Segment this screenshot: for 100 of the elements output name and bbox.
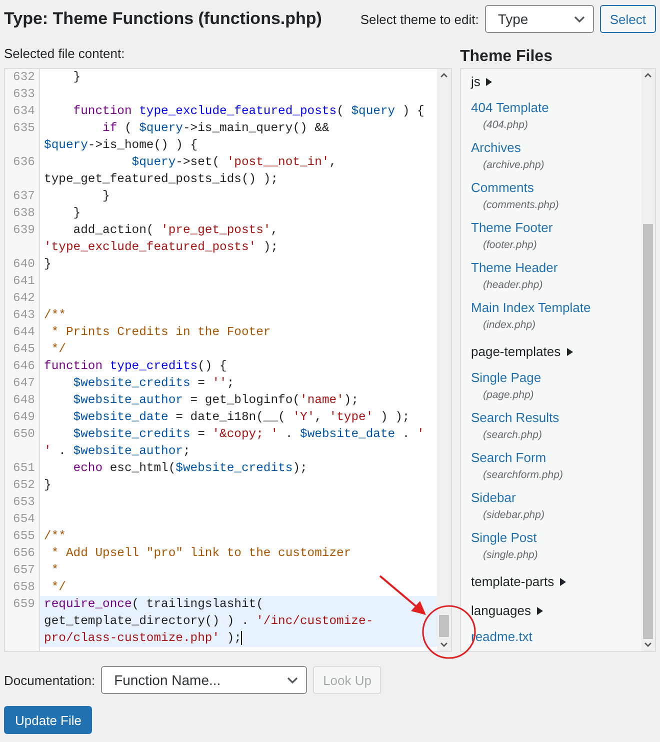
page-title: Type: Theme Functions (functions.php) — [4, 9, 322, 29]
line-number: 637 — [12, 188, 36, 205]
file-name: (header.php) — [482, 278, 543, 293]
line-number: 634 — [12, 103, 36, 120]
code-line: } — [43, 477, 52, 494]
code-line: function type_credits() { — [43, 358, 228, 375]
file-name: (404.php) — [482, 118, 528, 133]
annotation-arrow — [379, 575, 426, 615]
theme-files-heading: Theme Files — [460, 47, 554, 67]
folder-name[interactable]: js — [471, 74, 480, 89]
line-number: 652 — [12, 477, 36, 494]
scroll-down-icon[interactable] — [644, 642, 652, 647]
line-number: 658 — [12, 579, 36, 596]
file-name: (searchform.php) — [482, 468, 563, 483]
file-name: (archive.php) — [482, 158, 544, 173]
scrollbar-thumb[interactable] — [439, 615, 449, 637]
line-number: 650 — [12, 426, 36, 443]
code-line: require_once( trailingslashit( — [43, 596, 264, 613]
code-line: /** — [43, 307, 67, 324]
code-line: if ( $query->is_main_query() && — [102, 120, 330, 137]
template-link[interactable]: Comments — [471, 178, 534, 197]
template-link[interactable]: Single Page — [471, 368, 542, 387]
code-line: echo esc_html($website_credits); — [72, 460, 308, 477]
scroll-down-icon[interactable] — [440, 642, 448, 647]
template-link[interactable]: Search Results — [471, 408, 560, 427]
line-number: 644 — [12, 324, 36, 341]
code-line: } — [72, 69, 82, 86]
line-number: 641 — [12, 273, 36, 290]
template-link[interactable]: Single Post — [471, 528, 537, 547]
file-name: (footer.php) — [482, 238, 537, 253]
code-line: get_template_directory() ) . '/inc/customize- — [43, 613, 374, 630]
template-link[interactable]: Search Form — [471, 448, 546, 467]
editor-scrollbar[interactable] — [437, 69, 451, 651]
code-line: $website_author = get_bloginfo('name'); — [72, 392, 360, 409]
chevron-down-icon — [287, 676, 298, 684]
file-name: (comments.php) — [482, 198, 559, 213]
code-line: * Prints Credits in the Footer — [50, 324, 272, 341]
line-number: 647 — [12, 375, 36, 392]
file-name: (search.php) — [482, 428, 542, 443]
line-number: 657 — [12, 562, 36, 579]
line-number: 636 — [12, 154, 36, 171]
file-name: (single.php) — [482, 548, 538, 563]
line-number: 638 — [12, 205, 36, 222]
line-number: 645 — [12, 341, 36, 358]
code-editor[interactable] — [4, 68, 452, 652]
code-line: $website_credits = '&copy; ' . $website_date . ' — [72, 426, 426, 443]
code-line: */ — [50, 341, 67, 358]
code-line: /** — [43, 528, 67, 545]
file-name: (page.php) — [482, 388, 534, 403]
folder-name[interactable]: languages — [471, 603, 531, 618]
line-number: 659 — [12, 596, 36, 613]
chevron-down-icon — [574, 16, 585, 22]
collapsed-triangle-icon[interactable] — [560, 578, 566, 586]
scrollbar-thumb[interactable] — [643, 224, 653, 639]
select-button[interactable]: Select — [600, 5, 656, 33]
file-name: (sidebar.php) — [482, 508, 544, 523]
theme-select[interactable]: Type — [484, 5, 594, 33]
code-line: ' . $website_author; — [43, 443, 192, 460]
code-line: pro/class-customize.php' ); — [43, 630, 244, 647]
function-name-select[interactable]: Function Name... — [101, 666, 308, 694]
folder-name[interactable]: page-templates — [471, 344, 561, 359]
template-link[interactable]: Sidebar — [471, 488, 516, 507]
line-number: 632 — [12, 69, 36, 86]
code-line: } — [43, 256, 52, 273]
code-line: type_get_featured_posts_ids() ); — [43, 171, 280, 188]
collapsed-triangle-icon[interactable] — [537, 606, 543, 614]
code-line: * — [50, 562, 60, 579]
code-line: */ — [50, 579, 67, 596]
folder-name[interactable]: template-parts — [471, 574, 554, 589]
code-line: 'type_exclude_featured_posts' ); — [43, 239, 280, 256]
line-number: 646 — [12, 358, 36, 375]
code-line: $website_credits = ''; — [72, 375, 236, 392]
collapsed-triangle-icon[interactable] — [486, 78, 492, 86]
file-name: (index.php) — [482, 318, 536, 333]
line-number: 653 — [12, 494, 36, 511]
scroll-up-icon[interactable] — [440, 73, 448, 78]
template-link[interactable]: Theme Header — [471, 258, 558, 277]
code-line: * Add Upsell "pro" link to the customizer — [50, 545, 352, 562]
file-list-scrollbar[interactable] — [641, 69, 655, 651]
scroll-up-icon[interactable] — [644, 73, 652, 78]
code-line: } — [102, 188, 111, 205]
line-number: 640 — [12, 256, 36, 273]
code-line: $query->set( 'post__not_in', — [130, 154, 338, 171]
code-line: $website_date = date_i18n(__( 'Y', 'type' ) ); — [72, 409, 411, 426]
line-number: 639 — [12, 222, 36, 239]
line-number: 654 — [12, 511, 36, 528]
theme-select-label: Select theme to edit: — [360, 12, 479, 26]
file-content-label: Selected file content: — [4, 44, 126, 62]
template-link[interactable]: Theme Footer — [471, 218, 553, 237]
line-number: 648 — [12, 392, 36, 409]
line-number: 635 — [12, 120, 36, 137]
code-line: function type_exclude_featured_posts( $query ) { — [72, 103, 426, 120]
template-link[interactable]: Archives — [471, 138, 521, 157]
update-file-button[interactable]: Update File — [4, 706, 92, 734]
line-number: 656 — [12, 545, 36, 562]
template-link[interactable]: 404 Template — [471, 98, 549, 117]
text-cursor — [241, 630, 242, 645]
collapsed-triangle-icon[interactable] — [566, 348, 573, 356]
line-number: 649 — [12, 409, 36, 426]
template-link[interactable]: Main Index Template — [471, 298, 591, 317]
